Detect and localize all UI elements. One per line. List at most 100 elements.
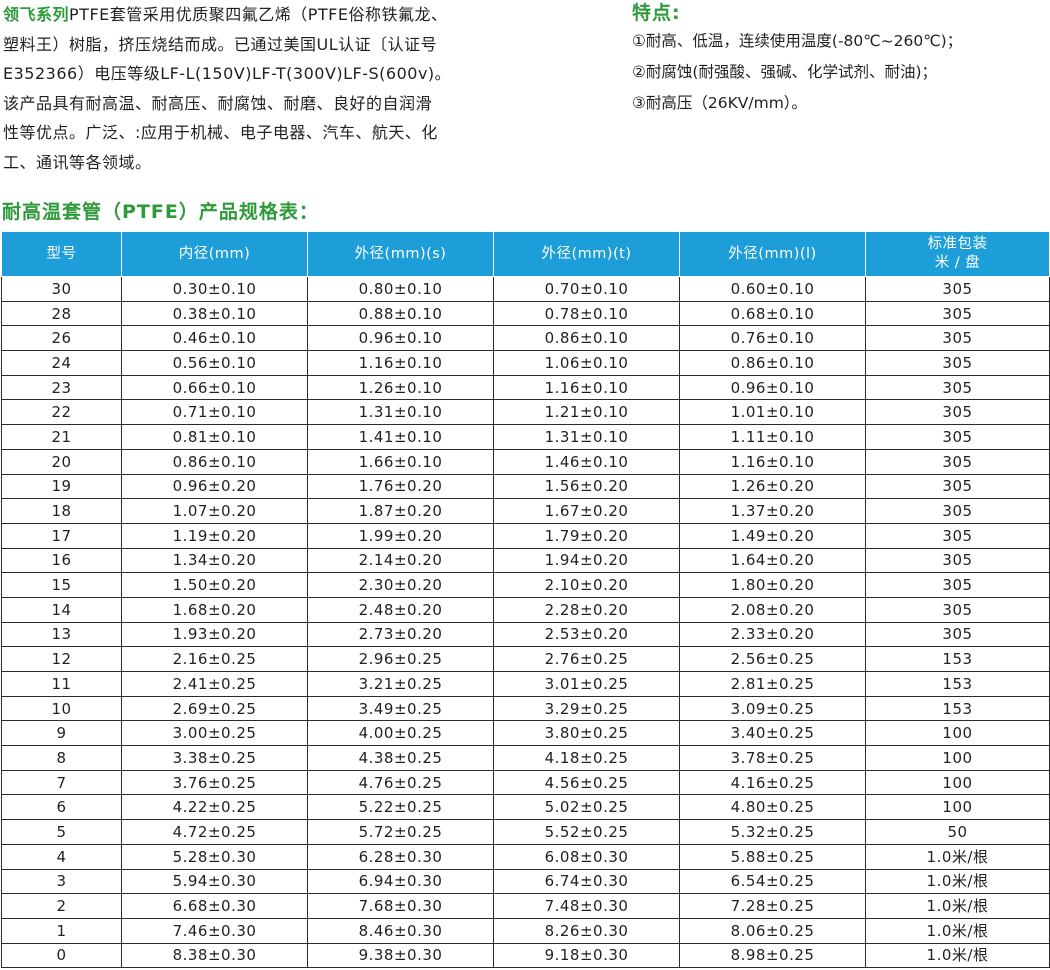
cell-inner-diameter: 5.28±0.30 [121, 843, 308, 870]
cell-outer-l: 2.08±0.20 [679, 596, 866, 623]
cell-outer-l: 1.01±0.10 [679, 399, 866, 426]
cell-outer-t: 7.48±0.30 [493, 893, 680, 919]
cell-packaging: 1.0米/根 [865, 893, 1050, 919]
table-row: 20 0.86±0.10 1.66±0.10 1.46±0.10 1.16±0.10 30… [1, 448, 1050, 475]
cell-inner-diameter: 0.71±0.10 [121, 399, 308, 426]
cell-outer-l: 3.78±0.25 [679, 745, 866, 771]
cell-packaging: 100 [865, 794, 1050, 821]
cell-packaging: 305 [865, 547, 1050, 574]
cell-inner-diameter: 0.38±0.10 [121, 300, 308, 327]
spec-table: 型号 内径(mm) 外径(mm)(s) 外径(mm)(t) 外径(mm)(l) … [1, 231, 1050, 969]
table-row: 15 1.50±0.20 2.30±0.20 2.10±0.20 1.80±0.20 30… [1, 572, 1050, 598]
table-row: 11 2.41±0.25 3.21±0.25 3.01±0.25 2.81±0.25 15… [1, 671, 1050, 697]
cell-inner-diameter: 0.46±0.10 [121, 325, 308, 352]
cell-outer-s: 1.99±0.20 [307, 522, 494, 549]
cell-outer-s: 1.76±0.20 [307, 473, 494, 500]
cell-outer-t: 1.56±0.20 [493, 473, 680, 500]
table-row: 19 0.96±0.20 1.76±0.20 1.56±0.20 1.26±0.20 30… [1, 473, 1050, 500]
table-row: 8 3.38±0.25 4.38±0.25 4.18±0.25 3.78±0.25 100 [1, 745, 1050, 771]
cell-model: 7 [1, 769, 122, 796]
table-row: 24 0.56±0.10 1.16±0.10 1.06±0.10 0.86±0.10 30… [1, 350, 1050, 376]
cell-outer-s: 2.48±0.20 [307, 596, 494, 623]
cell-packaging: 305 [865, 350, 1050, 376]
cell-outer-s: 0.88±0.10 [307, 300, 494, 327]
header-outer-diameter-l: 外径(mm)(l) [679, 231, 866, 277]
cell-inner-diameter: 1.34±0.20 [121, 547, 308, 574]
cell-model: 19 [1, 473, 122, 500]
cell-outer-s: 1.26±0.10 [307, 374, 494, 401]
header-outer-diameter-t: 外径(mm)(t) [493, 231, 680, 277]
cell-outer-t: 1.79±0.20 [493, 522, 680, 549]
cell-packaging: 305 [865, 498, 1050, 524]
intro-line: 该产品具有耐高温、耐高压、耐腐蚀、耐磨、良好的自润滑 [3, 93, 433, 113]
table-header-row: 型号 内径(mm) 外径(mm)(s) 外径(mm)(t) 外径(mm)(l) … [1, 231, 1050, 277]
cell-packaging: 153 [865, 646, 1050, 672]
cell-outer-t: 5.02±0.25 [493, 794, 680, 821]
cell-outer-t: 6.74±0.30 [493, 868, 680, 895]
cell-outer-l: 1.11±0.10 [679, 424, 866, 450]
cell-inner-diameter: 0.86±0.10 [121, 448, 308, 475]
cell-outer-s: 5.22±0.25 [307, 794, 494, 821]
intro-line: 领飞系列PTFE套管采用优质聚四氟乙烯（PTFE俗称铁氟龙、 [3, 5, 448, 24]
table-row: 13 1.93±0.20 2.73±0.20 2.53±0.20 2.33±0.20 30… [1, 621, 1050, 648]
table-row: 14 1.68±0.20 2.48±0.20 2.28±0.20 2.08±0.20 30… [1, 596, 1050, 623]
table-row: 16 1.34±0.20 2.14±0.20 1.94±0.20 1.64±0.20 30… [1, 547, 1050, 574]
cell-model: 2 [1, 893, 122, 919]
cell-outer-l: 0.96±0.10 [679, 374, 866, 401]
cell-inner-diameter: 0.56±0.10 [121, 350, 308, 376]
table-row: 4 5.28±0.30 6.28±0.30 6.08±0.30 5.88±0.25 1.0… [1, 843, 1050, 870]
cell-outer-l: 3.09±0.25 [679, 695, 866, 722]
table-row: 0 8.38±0.30 9.38±0.30 9.18±0.30 8.98±0.25 1.0… [1, 942, 1050, 969]
table-row: 12 2.16±0.25 2.96±0.25 2.76±0.25 2.56±0.25 15… [1, 646, 1050, 672]
header-inner-diameter: 内径(mm) [121, 231, 308, 277]
cell-packaging: 305 [865, 325, 1050, 352]
cell-outer-s: 3.21±0.25 [307, 671, 494, 697]
brand-name: 领飞系列 [3, 5, 70, 24]
cell-outer-t: 8.26±0.30 [493, 917, 680, 944]
cell-outer-s: 1.16±0.10 [307, 350, 494, 376]
cell-model: 6 [1, 794, 122, 821]
cell-model: 28 [1, 300, 122, 327]
cell-inner-diameter: 0.96±0.20 [121, 473, 308, 500]
cell-outer-t: 3.01±0.25 [493, 671, 680, 697]
cell-inner-diameter: 1.07±0.20 [121, 498, 308, 524]
cell-inner-diameter: 1.93±0.20 [121, 621, 308, 648]
cell-outer-s: 4.38±0.25 [307, 745, 494, 771]
cell-outer-l: 5.88±0.25 [679, 843, 866, 870]
cell-packaging: 1.0米/根 [865, 843, 1050, 870]
cell-inner-diameter: 2.69±0.25 [121, 695, 308, 722]
table-row: 23 0.66±0.10 1.26±0.10 1.16±0.10 0.96±0.10 30… [1, 374, 1050, 401]
cell-model: 21 [1, 424, 122, 450]
cell-packaging: 305 [865, 276, 1050, 302]
cell-packaging: 100 [865, 769, 1050, 796]
cell-outer-l: 1.37±0.20 [679, 498, 866, 524]
cell-inner-diameter: 4.22±0.25 [121, 794, 308, 821]
cell-packaging: 50 [865, 819, 1050, 845]
table-row: 9 3.00±0.25 4.00±0.25 3.80±0.25 3.40±0.25 100 [1, 720, 1050, 747]
table-row: 18 1.07±0.20 1.87±0.20 1.67±0.20 1.37±0.20 30… [1, 498, 1050, 524]
cell-outer-l: 4.80±0.25 [679, 794, 866, 821]
table-row: 22 0.71±0.10 1.31±0.10 1.21±0.10 1.01±0.10 30… [1, 399, 1050, 426]
cell-outer-l: 0.68±0.10 [679, 300, 866, 327]
cell-inner-diameter: 0.81±0.10 [121, 424, 308, 450]
cell-model: 15 [1, 572, 122, 598]
cell-inner-diameter: 1.50±0.20 [121, 572, 308, 598]
cell-model: 17 [1, 522, 122, 549]
cell-inner-diameter: 3.76±0.25 [121, 769, 308, 796]
cell-model: 3 [1, 868, 122, 895]
features-title: 特点: [632, 2, 681, 24]
table-row: 17 1.19±0.20 1.99±0.20 1.79±0.20 1.49±0.20 30… [1, 522, 1050, 549]
table-row: 3 5.94±0.30 6.94±0.30 6.74±0.30 6.54±0.25 1.0… [1, 868, 1050, 895]
cell-inner-diameter: 8.38±0.30 [121, 942, 308, 969]
cell-outer-s: 2.30±0.20 [307, 572, 494, 598]
cell-outer-s: 9.38±0.30 [307, 942, 494, 969]
cell-outer-s: 2.14±0.20 [307, 547, 494, 574]
cell-outer-l: 1.64±0.20 [679, 547, 866, 574]
cell-outer-s: 6.28±0.30 [307, 843, 494, 870]
feature-item: ②耐腐蚀(耐强酸、强碱、化学试剂、耐油)； [632, 63, 937, 81]
cell-outer-l: 0.76±0.10 [679, 325, 866, 352]
header-packaging-line1: 标准包装 [927, 236, 988, 252]
cell-model: 18 [1, 498, 122, 524]
cell-outer-t: 3.80±0.25 [493, 720, 680, 747]
cell-outer-s: 5.72±0.25 [307, 819, 494, 845]
